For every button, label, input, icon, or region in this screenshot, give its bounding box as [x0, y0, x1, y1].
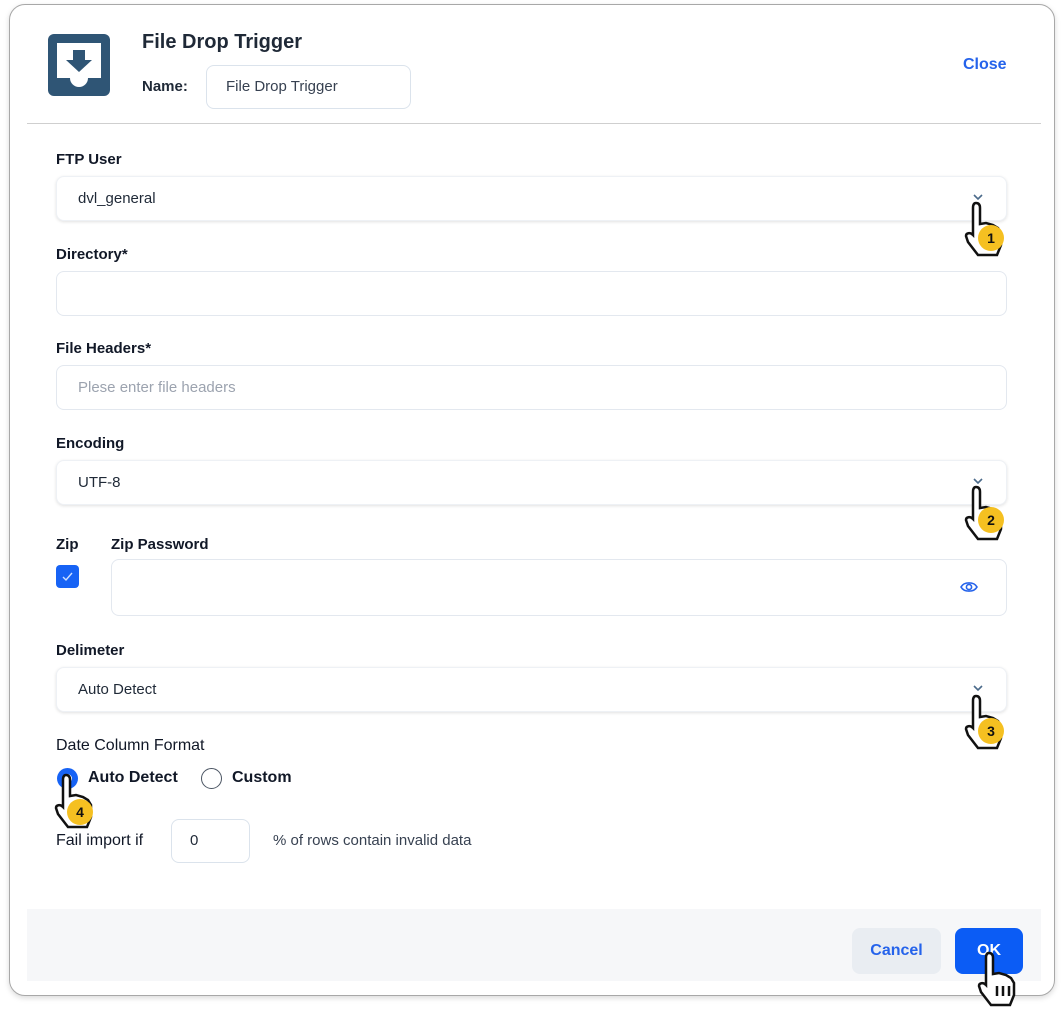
delimeter-label: Delimeter — [56, 642, 125, 659]
encoding-select[interactable]: UTF-8 — [56, 460, 1007, 505]
file-headers-placeholder: Plese enter file headers — [78, 379, 236, 396]
fail-import-percent-input[interactable]: 0 — [171, 819, 250, 863]
encoding-label: Encoding — [56, 435, 125, 452]
cancel-button[interactable]: Cancel — [852, 928, 941, 974]
name-label: Name: — [142, 78, 188, 95]
fail-import-suffix: % of rows contain invalid data — [273, 832, 472, 849]
eye-icon[interactable] — [960, 580, 978, 594]
radio-auto-detect-label[interactable]: Auto Detect — [88, 769, 178, 787]
step-badge-4: 4 — [67, 799, 93, 825]
radio-auto-detect[interactable] — [57, 768, 78, 789]
directory-input[interactable] — [56, 271, 1007, 316]
file-headers-input[interactable]: Plese enter file headers — [56, 365, 1007, 410]
ftp-user-label: FTP User — [56, 151, 122, 168]
date-column-format-label: Date Column Format — [56, 737, 205, 754]
check-icon — [62, 572, 73, 582]
ftp-user-value: dvl_general — [78, 190, 156, 207]
step-badge-2: 2 — [978, 507, 1004, 533]
delimeter-select[interactable]: Auto Detect — [56, 667, 1007, 712]
chevron-down-icon — [973, 478, 983, 485]
chevron-down-icon — [973, 685, 983, 692]
zip-checkbox[interactable] — [56, 565, 79, 588]
ftp-user-select[interactable]: dvl_general — [56, 176, 1007, 221]
radio-custom[interactable] — [201, 768, 222, 789]
directory-label: Directory* — [56, 246, 128, 263]
file-drop-tray-icon — [48, 34, 110, 96]
delimeter-value: Auto Detect — [78, 681, 157, 698]
step-badge-3: 3 — [978, 718, 1004, 744]
chevron-down-icon — [973, 194, 983, 201]
dialog-title: File Drop Trigger — [142, 31, 303, 53]
name-input[interactable]: File Drop Trigger — [206, 65, 411, 109]
encoding-value: UTF-8 — [78, 474, 121, 491]
file-headers-label: File Headers* — [56, 340, 152, 357]
ok-button[interactable]: OK — [955, 928, 1023, 974]
header-divider — [27, 123, 1041, 124]
step-badge-1: 1 — [978, 225, 1004, 251]
fail-import-label: Fail import if — [56, 832, 144, 849]
close-button[interactable]: Close — [963, 56, 1007, 74]
radio-custom-label[interactable]: Custom — [232, 769, 292, 787]
zip-label: Zip — [56, 536, 79, 553]
zip-password-input[interactable] — [111, 559, 1007, 616]
zip-password-label: Zip Password — [111, 536, 209, 553]
